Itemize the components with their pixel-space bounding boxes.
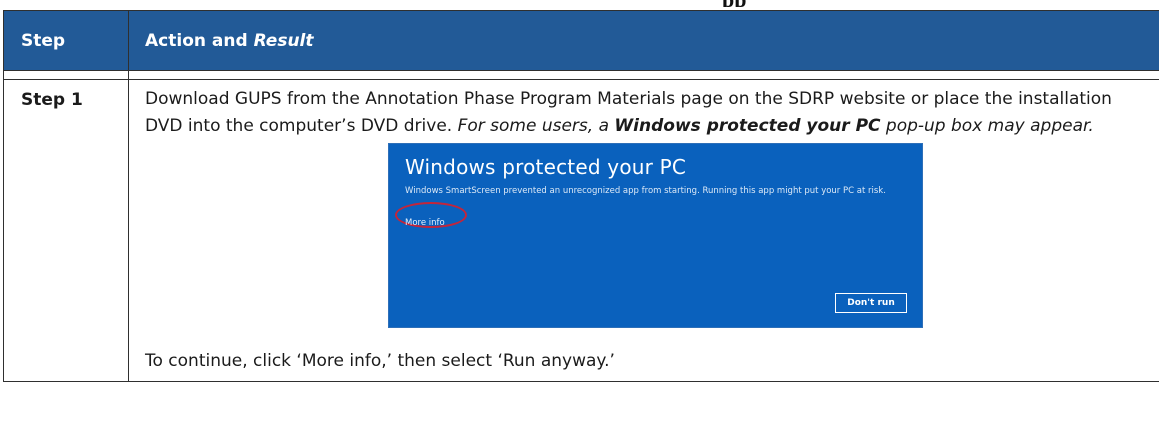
dialog-message: Windows SmartScreen prevented an unrecog… <box>405 186 886 196</box>
header-spacer-row <box>3 70 1159 80</box>
more-info-link[interactable]: More info <box>405 210 445 237</box>
table-header-row: Step Action and Result <box>3 10 1159 71</box>
procedure-table: Step Action and Result Step 1 Download G… <box>3 10 1159 382</box>
step-label: Step 1 <box>3 79 129 382</box>
step-action-cell: Download GUPS from the Annotation Phase … <box>128 79 1159 382</box>
page-heading-fragment: pp <box>0 0 1159 7</box>
column-header-step: Step <box>3 10 129 71</box>
table-row: Step 1 Download GUPS from the Annotation… <box>3 79 1159 382</box>
screenshot-container: Windows protected your PC Windows SmartS… <box>145 144 1147 346</box>
step-followup-instruction: To continue, click ‘More info,’ then sel… <box>145 351 615 371</box>
dont-run-button[interactable]: Don't run <box>835 293 907 313</box>
step-instruction: Download GUPS from the Annotation Phase … <box>145 89 1112 136</box>
dialog-title: Windows protected your PC <box>405 155 687 179</box>
smartscreen-dialog-screenshot: Windows protected your PC Windows SmartS… <box>389 144 922 327</box>
column-header-action: Action and Result <box>128 10 1159 71</box>
